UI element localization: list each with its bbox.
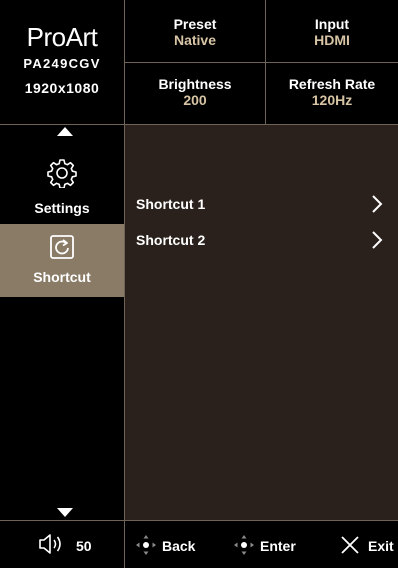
osd-menu: ProArt PA249CGV 1920x1080 Preset Native … bbox=[0, 0, 398, 568]
content-panel: Shortcut 1 Shortcut 2 bbox=[125, 125, 398, 520]
divider bbox=[124, 62, 398, 63]
enter-label: Enter bbox=[260, 538, 296, 554]
preset-label: Preset bbox=[173, 16, 217, 32]
input-info: Input HDMI bbox=[266, 16, 398, 48]
refresh-info: Refresh Rate 120Hz bbox=[266, 76, 398, 108]
preset-info: Preset Native bbox=[125, 16, 265, 48]
sidebar-item-settings[interactable]: Settings bbox=[0, 154, 124, 220]
exit-label: Exit bbox=[368, 538, 394, 554]
menu-row-shortcut-1[interactable]: Shortcut 1 bbox=[125, 192, 398, 216]
sidebar-item-shortcut[interactable]: Shortcut bbox=[0, 224, 124, 297]
menu-row-shortcut-2[interactable]: Shortcut 2 bbox=[125, 228, 398, 252]
back-label: Back bbox=[162, 538, 196, 554]
close-icon bbox=[341, 536, 359, 554]
preset-value: Native bbox=[173, 32, 217, 48]
brightness-value: 200 bbox=[183, 92, 207, 108]
model-name: PA249CGV bbox=[23, 56, 101, 71]
speaker-icon bbox=[39, 534, 61, 554]
scroll-down-arrow-icon[interactable] bbox=[57, 508, 73, 517]
joystick-icon bbox=[234, 535, 254, 555]
refresh-rate-value: 120Hz bbox=[311, 92, 353, 108]
row-label: Shortcut 1 bbox=[136, 196, 206, 212]
proart-logo: ProArt bbox=[26, 22, 98, 52]
shortcut-icon bbox=[50, 235, 74, 259]
brand-block: ProArt PA249CGV 1920x1080 bbox=[0, 0, 124, 125]
volume-value: 50 bbox=[76, 538, 92, 554]
row-label: Shortcut 2 bbox=[136, 232, 206, 248]
input-label: Input bbox=[314, 16, 350, 32]
scroll-up-arrow-icon[interactable] bbox=[57, 127, 73, 136]
refresh-rate-label: Refresh Rate bbox=[288, 76, 376, 92]
joystick-icon bbox=[136, 535, 156, 555]
gear-icon bbox=[47, 159, 77, 188]
brightness-label: Brightness bbox=[158, 76, 232, 92]
sidebar-item-label: Settings bbox=[34, 200, 90, 216]
input-value: HDMI bbox=[314, 32, 350, 48]
chevron-right-icon bbox=[372, 195, 383, 213]
footer-bar: 50 Back Enter Exit bbox=[0, 521, 398, 568]
resolution: 1920x1080 bbox=[24, 80, 100, 96]
sidebar-item-label: Shortcut bbox=[33, 269, 91, 285]
brightness-info: Brightness 200 bbox=[125, 76, 265, 108]
chevron-right-icon bbox=[372, 231, 383, 249]
